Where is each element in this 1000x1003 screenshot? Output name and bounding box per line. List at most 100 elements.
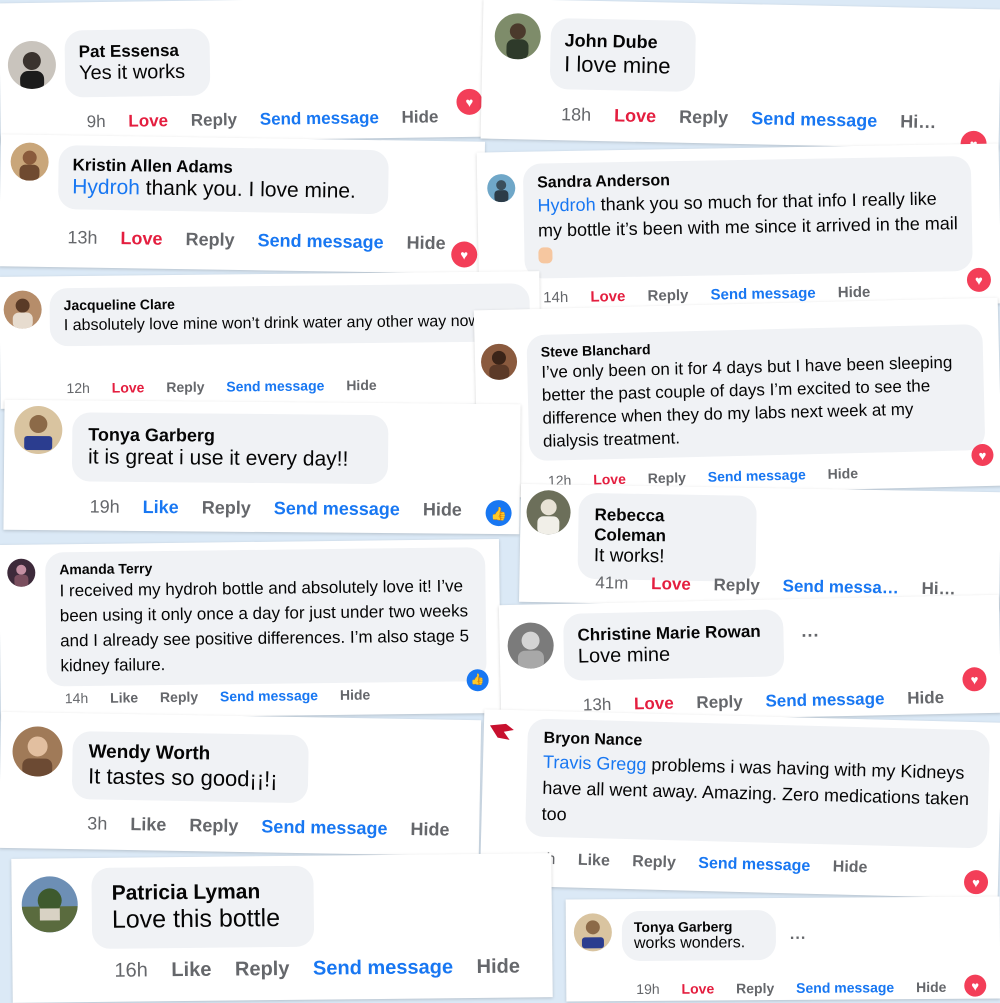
send-message-button[interactable]: Send message xyxy=(257,230,383,252)
love-button[interactable]: Love xyxy=(614,105,656,126)
hide-button[interactable]: Hide xyxy=(410,819,449,840)
send-message-button[interactable]: Send message xyxy=(710,285,815,304)
love-button[interactable]: Love xyxy=(128,111,168,131)
send-message-button[interactable]: Send message xyxy=(313,956,453,979)
send-message-button[interactable]: Send message xyxy=(274,498,400,519)
commenter-name[interactable]: Rebecca Coleman xyxy=(594,505,741,548)
commenter-name[interactable]: Jacqueline Clare xyxy=(64,291,516,314)
send-message-button[interactable]: Send message xyxy=(220,687,318,704)
send-message-button[interactable]: Send message xyxy=(698,855,810,875)
tagged-user-link[interactable]: Hydroh xyxy=(72,175,140,199)
send-message-button[interactable]: Send message xyxy=(751,108,877,131)
avatar[interactable] xyxy=(494,12,542,60)
send-message-button[interactable]: Send message xyxy=(226,377,324,394)
hide-button[interactable]: Hi… xyxy=(900,111,936,132)
love-button[interactable]: Love xyxy=(634,694,674,714)
avatar[interactable] xyxy=(21,876,79,933)
avatar[interactable] xyxy=(487,719,519,745)
avatar[interactable] xyxy=(12,726,63,777)
love-button[interactable]: Love xyxy=(681,980,714,996)
reply-button[interactable]: Reply xyxy=(648,469,687,486)
send-message-button[interactable]: Send message xyxy=(708,466,806,484)
comment-bubble: Jacqueline Clare I absolutely love mine … xyxy=(49,283,531,347)
hide-button[interactable]: Hide xyxy=(340,687,371,703)
commenter-name[interactable]: Pat Essensa xyxy=(79,41,196,63)
hide-button[interactable]: Hide xyxy=(477,956,521,978)
tagged-user-link[interactable]: Hydroh xyxy=(537,195,595,216)
comment-time[interactable]: 41m xyxy=(595,573,628,593)
avatar[interactable] xyxy=(526,489,571,535)
comment-time[interactable]: 14h xyxy=(65,690,89,706)
hide-button[interactable]: Hide xyxy=(916,979,946,995)
hide-button[interactable]: Hide xyxy=(838,284,871,302)
reply-button[interactable]: Reply xyxy=(713,575,760,595)
love-button[interactable]: Love xyxy=(120,228,162,249)
comment-actions: 3h Like Reply Send message Hide xyxy=(87,813,468,841)
hide-button[interactable]: Hide xyxy=(833,858,868,876)
avatar[interactable] xyxy=(10,142,49,181)
reply-button[interactable]: Reply xyxy=(647,287,688,305)
love-button[interactable]: Love xyxy=(590,288,625,306)
send-message-button[interactable]: Send message xyxy=(261,816,387,838)
like-button[interactable]: Like xyxy=(171,959,211,981)
reply-button[interactable]: Reply xyxy=(696,692,743,712)
avatar[interactable] xyxy=(7,558,36,587)
avatar[interactable] xyxy=(573,913,613,952)
hide-button[interactable]: Hide xyxy=(907,688,944,708)
comment-time[interactable]: 19h xyxy=(636,981,659,997)
love-button[interactable]: Love xyxy=(112,379,145,395)
comment-time[interactable]: 16h xyxy=(114,959,148,981)
reply-button[interactable]: Reply xyxy=(189,815,238,836)
like-button[interactable]: Like xyxy=(143,497,179,517)
send-message-button[interactable]: Send message xyxy=(260,108,379,129)
comment-time[interactable]: 12h xyxy=(66,380,90,396)
commenter-name[interactable]: Christine Marie Rowan xyxy=(577,622,769,646)
comment-time[interactable]: 19h xyxy=(90,496,120,516)
send-message-button[interactable]: Send message xyxy=(796,979,894,996)
commenter-name[interactable]: Amanda Terry xyxy=(59,555,471,578)
avatar[interactable] xyxy=(480,343,518,381)
reply-button[interactable]: Reply xyxy=(166,379,204,395)
heart-icon: ♥ xyxy=(962,667,987,692)
reply-button[interactable]: Reply xyxy=(202,497,251,517)
more-options-icon[interactable]: ... xyxy=(790,926,806,944)
avatar[interactable] xyxy=(487,173,516,203)
comment-card: Christine Marie Rowan Love mine ... 13h … xyxy=(498,594,1000,724)
reply-button[interactable]: Reply xyxy=(235,958,290,981)
comment-time[interactable]: 14h xyxy=(543,289,568,306)
commenter-name[interactable]: Tonya Garberg xyxy=(88,424,372,447)
commenter-name[interactable]: Patricia Lyman xyxy=(112,880,294,906)
like-button[interactable]: Like xyxy=(110,689,138,705)
avatar[interactable] xyxy=(507,622,555,670)
reply-button[interactable]: Reply xyxy=(191,110,238,130)
reply-button[interactable]: Reply xyxy=(160,689,198,705)
more-options-icon[interactable]: ... xyxy=(801,621,819,642)
hide-button[interactable]: Hide xyxy=(827,465,858,482)
comment-time[interactable]: 3h xyxy=(87,813,107,833)
send-message-button[interactable]: Send message xyxy=(765,689,884,710)
like-button[interactable]: Like xyxy=(130,814,166,835)
commenter-name[interactable]: Tonya Garberg xyxy=(634,918,764,935)
commenter-name[interactable]: John Dube xyxy=(564,30,681,53)
send-message-button[interactable]: Send messa… xyxy=(782,576,899,597)
avatar[interactable] xyxy=(3,290,42,329)
comment-time[interactable]: 18h xyxy=(561,104,591,125)
tagged-user-link[interactable]: Travis Gregg xyxy=(543,752,647,775)
avatar[interactable] xyxy=(14,405,63,455)
hide-button[interactable]: Hide xyxy=(346,377,377,393)
reply-button[interactable]: Reply xyxy=(185,229,234,250)
reply-button[interactable]: Reply xyxy=(679,107,728,128)
comment-time[interactable]: 13h xyxy=(67,227,97,247)
reply-button[interactable]: Reply xyxy=(736,980,774,996)
hide-button[interactable]: Hide xyxy=(423,499,462,519)
comment-bubble: Pat Essensa Yes it works xyxy=(64,28,211,98)
comment-bubble: Tonya Garberg it is great i use it every… xyxy=(71,412,389,485)
hide-button[interactable]: Hide xyxy=(406,233,445,254)
reply-button[interactable]: Reply xyxy=(632,853,676,871)
hide-button[interactable]: Hide xyxy=(401,107,438,127)
comment-time[interactable]: 9h xyxy=(87,112,106,131)
avatar[interactable] xyxy=(7,40,57,90)
like-button[interactable]: Like xyxy=(578,852,610,870)
love-button[interactable]: Love xyxy=(651,574,691,594)
comment-bubble: Steve Blanchard I’ve only been on it for… xyxy=(526,324,986,462)
